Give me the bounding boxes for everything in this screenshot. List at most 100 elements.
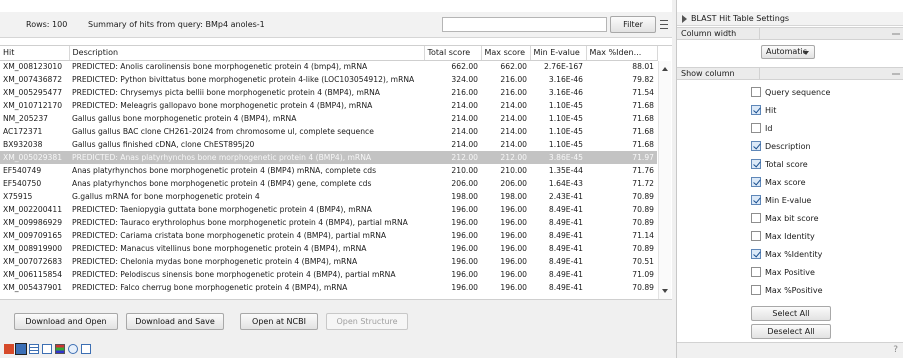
action-buttons: Download and Open Download and Save Open… [0,300,672,340]
column-header-hit[interactable]: Hit [0,46,70,61]
view-switcher [0,340,672,358]
cell-min-evalue: 1.10E-45 [548,140,583,149]
checkbox-label: Max %Positive [765,286,823,295]
filter-input[interactable] [442,17,607,32]
table-view-icon[interactable] [4,344,14,354]
open-structure-button[interactable]: Open Structure [326,313,408,330]
cell-min-evalue: 1.35E-44 [548,166,583,175]
checkbox[interactable] [751,231,761,241]
table-row[interactable]: XM_009709165 PREDICTED: Cariama cristata … [0,229,657,242]
cell-total-score: 216.00 [451,88,478,97]
table-row[interactable]: XM_009986929 PREDICTED: Tauraco erythrolo… [0,216,657,229]
scroll-up-icon[interactable] [662,67,668,71]
column-width-section[interactable]: Column width [677,27,903,40]
table-row[interactable]: AC172371 Gallus gallus BAC clone CH261-20… [0,125,657,138]
cell-max-score: 214.00 [500,114,527,123]
settings-title-bar[interactable]: BLAST Hit Table Settings [677,12,903,26]
cell-max-identity: 79.82 [632,75,654,84]
checkbox[interactable] [751,123,761,133]
table-row[interactable]: BX932038 Gallus gallus finished cDNA, clo… [0,138,657,151]
cell-hit: EF540750 [3,179,42,188]
column-header-total-score[interactable]: Total score [424,46,482,61]
table-row[interactable]: XM_007436872 PREDICTED: Python bivittatus… [0,73,657,86]
checkbox[interactable] [751,213,761,223]
table-row[interactable]: X75915 G.gallus mRNA for bone morphogenet… [0,190,657,203]
cell-hit: NM_205237 [3,114,49,123]
table-row[interactable]: EF540749 Anas platyrhynchos bone morphoge… [0,164,657,177]
cell-total-score: 214.00 [451,140,478,149]
chart-view-icon[interactable] [55,344,65,354]
table-row[interactable]: XM_007072683 PREDICTED: Chelonia mydas bo… [0,255,657,268]
open-at-ncbi-button[interactable]: Open at NCBI [240,313,318,330]
table-row[interactable]: XM_005029381 PREDICTED: Anas platyrhyncho… [0,151,657,164]
deselect-all-button[interactable]: Deselect All [751,324,831,339]
graphic-view-icon[interactable] [15,343,27,355]
column-header-description[interactable]: Description [69,46,425,61]
checkbox[interactable] [751,141,761,151]
cell-total-score: 196.00 [451,244,478,253]
checkbox[interactable] [751,87,761,97]
table-row[interactable]: XM_010712170 PREDICTED: Meleagris gallopa… [0,99,657,112]
select-all-button[interactable]: Select All [751,306,831,321]
cell-max-identity: 71.97 [586,151,657,164]
checkbox[interactable] [751,267,761,277]
column-header-max-score[interactable]: Max score [481,46,531,61]
download-and-save-button[interactable]: Download and Save [126,313,224,330]
table-row[interactable]: XM_005437901 PREDICTED: Falco cherrug bon… [0,281,657,294]
checkbox[interactable] [751,159,761,169]
cell-max-score: 216.00 [500,88,527,97]
info-icon[interactable] [81,344,91,354]
list-view-icon[interactable] [42,344,52,354]
settings-title: BLAST Hit Table Settings [691,14,790,23]
cell-min-evalue: 3.16E-46 [548,75,583,84]
collapse-section-icon[interactable] [892,73,900,75]
cell-hit: XM_005295477 [3,88,63,97]
table-row[interactable]: XM_005295477 PREDICTED: Chrysemys picta b… [0,86,657,99]
checkbox[interactable] [751,177,761,187]
cell-hit: XM_002200411 [3,205,63,214]
column-header-min-evalue[interactable]: Min E-value [530,46,587,61]
table-row[interactable]: XM_008919900 PREDICTED: Manacus vitellinu… [0,242,657,255]
checkbox[interactable] [751,105,761,115]
column-width-dropdown[interactable]: Automatic [761,45,815,59]
column-header-max-identity[interactable]: Max %Iden... [586,46,658,61]
cell-min-evalue: 3.86E-45 [530,151,586,164]
cell-max-identity: 71.68 [632,140,654,149]
download-and-open-button[interactable]: Download and Open [14,313,118,330]
table-row[interactable]: EF540750 Anas platyrhynchos bone morphoge… [0,177,657,190]
filter-button[interactable]: Filter [610,16,656,33]
checkbox[interactable] [751,195,761,205]
column-width-label: Column width [681,29,737,38]
cell-max-score: 196.00 [500,244,527,253]
collapse-arrow-icon[interactable] [682,15,687,23]
cell-min-evalue: 3.16E-46 [548,88,583,97]
checkbox-label: Max bit score [765,214,819,223]
collapse-section-icon[interactable] [892,33,900,35]
table-row[interactable]: NM_205237 Gallus gallus bone morphogeneti… [0,112,657,125]
cell-description: PREDICTED: Meleagris gallopavo bone morp… [72,101,373,110]
table-row[interactable]: XM_008123010 PREDICTED: Anolis carolinens… [0,60,657,73]
cell-max-identity: 71.14 [632,231,654,240]
cell-min-evalue: 1.64E-43 [548,179,583,188]
table-row[interactable]: XM_006115854 PREDICTED: Pelodiscus sinens… [0,268,657,281]
filter-options-icon[interactable] [659,17,669,31]
show-column-section[interactable]: Show column [677,67,903,80]
settings-panel: BLAST Hit Table Settings Column width Au… [676,0,903,358]
cell-description: PREDICTED: Pelodiscus sinensis bone morp… [72,270,396,279]
checkbox[interactable] [751,249,761,259]
cell-total-score: 196.00 [451,231,478,240]
cell-max-score: 196.00 [500,231,527,240]
checkbox[interactable] [751,285,761,295]
cell-hit: EF540749 [3,166,42,175]
cell-max-score: 196.00 [500,270,527,279]
cell-max-score: 216.00 [500,75,527,84]
cell-hit: XM_005437901 [3,283,63,292]
scroll-down-icon[interactable] [662,289,668,293]
cell-hit: AC172371 [3,127,43,136]
grid-view-icon[interactable] [29,344,39,354]
help-icon[interactable]: ? [893,345,898,355]
table-scrollbar[interactable] [658,61,671,299]
history-icon[interactable] [68,344,78,354]
table-row[interactable]: XM_002200411 PREDICTED: Taeniopygia gutta… [0,203,657,216]
cell-hit: XM_009709165 [3,231,63,240]
